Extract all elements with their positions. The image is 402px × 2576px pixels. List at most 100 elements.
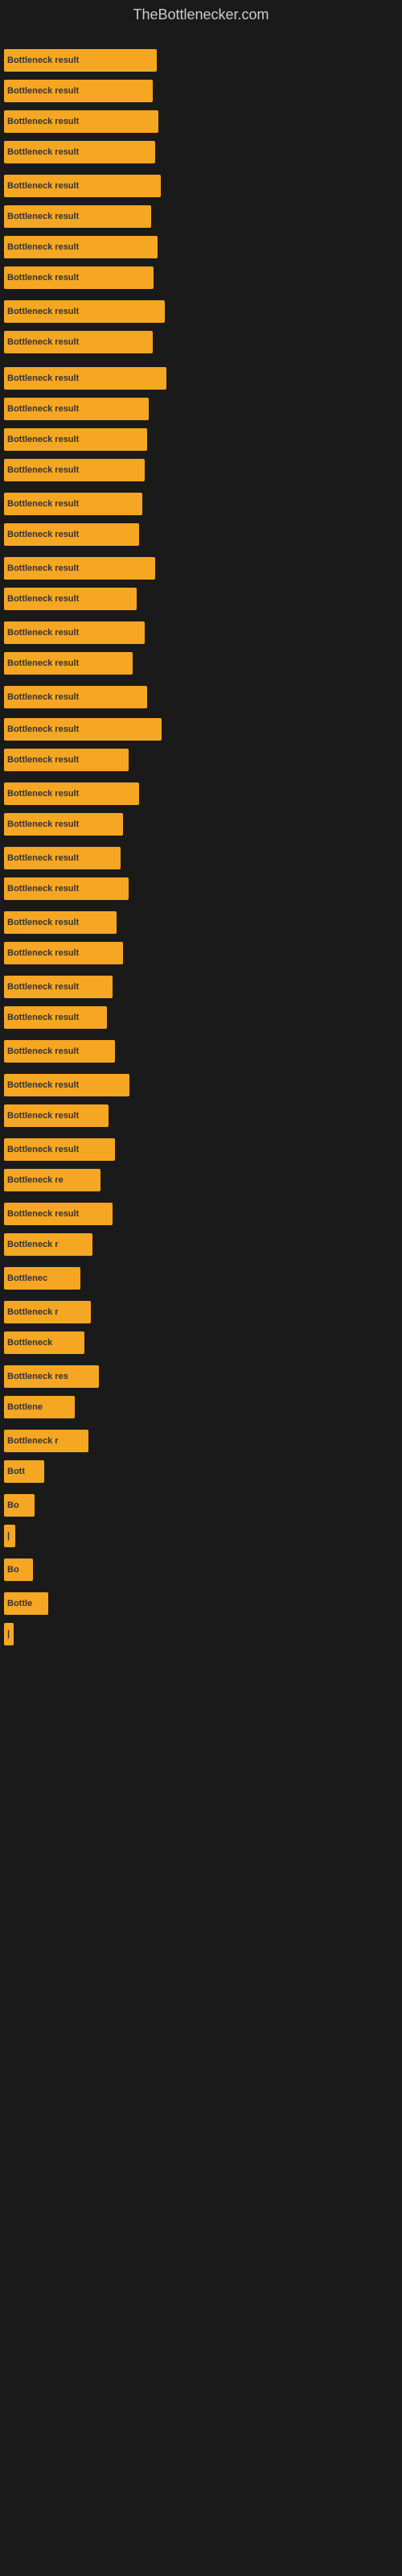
bar-label: Bottleneck result [7,564,79,573]
bar-item: Bottleneck re [4,1169,100,1191]
bar-label: Bottleneck result [7,1209,79,1219]
bar-label: Bottleneck result [7,692,79,702]
bar-label: Bott [7,1467,25,1476]
bar-label: Bottleneck result [7,1013,79,1022]
bar-label: Bottleneck re [7,1175,64,1185]
bar-item: Bott [4,1460,44,1483]
bar-item: Bottleneck result [4,588,137,610]
bar-item: | [4,1623,14,1645]
bar-label: Bottleneck result [7,435,79,444]
bar-item: Bottleneck result [4,141,155,163]
bar-label: Bottleneck r [7,1307,59,1317]
bar-label: Bottleneck result [7,594,79,604]
bar-label: Bottleneck result [7,724,79,734]
bar-item: Bottleneck result [4,175,161,197]
bar-item: Bottleneck res [4,1365,99,1388]
bar-item: Bottleneck [4,1331,84,1354]
bar-label: Bottleneck result [7,117,79,126]
bar-item: | [4,1525,15,1547]
bar-label: Bottleneck result [7,884,79,894]
bar-item: Bottlenec [4,1267,80,1290]
bar-label: Bottleneck result [7,755,79,765]
bar-label: Bottleneck result [7,530,79,539]
bar-item: Bottleneck result [4,621,145,644]
bar-item: Bottleneck r [4,1233,92,1256]
bar-item: Bottleneck result [4,236,158,258]
bar-item: Bottleneck result [4,749,129,771]
bar-item: Bottleneck result [4,1138,115,1161]
bar-label: | [7,1531,10,1541]
bar-label: Bottleneck result [7,212,79,221]
bar-item: Bottleneck result [4,398,149,420]
bar-item: Bottleneck result [4,557,155,580]
bar-label: Bottlenec [7,1274,47,1283]
bar-label: Bottleneck result [7,307,79,316]
bar-item: Bottleneck result [4,205,151,228]
bar-item: Bottleneck result [4,1040,115,1063]
bar-item: Bottleneck result [4,266,154,289]
bar-label: Bo [7,1565,19,1575]
bar-label: Bottleneck result [7,982,79,992]
bar-item: Bottleneck result [4,1006,107,1029]
bar-label: Bottleneck r [7,1240,59,1249]
bar-label: Bottleneck result [7,1080,79,1090]
bar-item: Bottleneck result [4,459,145,481]
bar-label: Bottleneck result [7,465,79,475]
bar-item: Bottleneck result [4,49,157,72]
bar-item: Bottleneck r [4,1301,91,1323]
bar-label: Bottleneck result [7,374,79,383]
bar-item: Bottlene [4,1396,75,1418]
bar-item: Bottleneck result [4,367,166,390]
bar-item: Bottleneck result [4,110,158,133]
bar-label: Bottleneck res [7,1372,68,1381]
bar-item: Bottleneck result [4,1203,113,1225]
bar-label: Bottleneck result [7,242,79,252]
bar-item: Bottleneck r [4,1430,88,1452]
bar-item: Bottle [4,1592,48,1615]
bar-label: | [7,1629,10,1639]
bar-item: Bottleneck result [4,1074,129,1096]
bar-label: Bottleneck result [7,658,79,668]
bar-label: Bottleneck [7,1338,52,1348]
site-title: TheBottlenecker.com [0,0,402,31]
bar-item: Bottleneck result [4,652,133,675]
bar-item: Bottleneck result [4,428,147,451]
chart-area: Bottleneck result Bottleneck result Bottle… [0,31,402,2567]
bar-item: Bottleneck result [4,877,129,900]
bar-item: Bottleneck result [4,718,162,741]
bar-label: Bottleneck result [7,948,79,958]
bar-label: Bottle [7,1599,32,1608]
bar-item: Bottleneck result [4,847,121,869]
bar-label: Bottleneck result [7,628,79,638]
bar-label: Bottleneck result [7,147,79,157]
bar-item: Bottleneck result [4,493,142,515]
bar-label: Bottleneck result [7,86,79,96]
bar-label: Bottleneck r [7,1436,59,1446]
bar-item: Bottleneck result [4,813,123,836]
bar-label: Bottleneck result [7,404,79,414]
bar-label: Bottleneck result [7,337,79,347]
bar-item: Bottleneck result [4,686,147,708]
bar-label: Bottleneck result [7,853,79,863]
bar-item: Bottleneck result [4,976,113,998]
bar-label: Bottleneck result [7,1046,79,1056]
bar-label: Bottleneck result [7,181,79,191]
bar-label: Bottleneck result [7,273,79,283]
bar-item: Bottleneck result [4,911,117,934]
bar-item: Bo [4,1558,33,1581]
bar-label: Bottleneck result [7,56,79,65]
bar-item: Bottleneck result [4,300,165,323]
bar-item: Bottleneck result [4,1104,109,1127]
bar-label: Bottleneck result [7,918,79,927]
bar-item: Bottleneck result [4,523,139,546]
bar-item: Bottleneck result [4,80,153,102]
bar-label: Bottlene [7,1402,43,1412]
bar-label: Bottleneck result [7,819,79,829]
bar-label: Bottleneck result [7,789,79,799]
bar-label: Bottleneck result [7,1145,79,1154]
bar-label: Bottleneck result [7,499,79,509]
bar-item: Bottleneck result [4,782,139,805]
bar-item: Bottleneck result [4,942,123,964]
bar-label: Bottleneck result [7,1111,79,1121]
bar-label: Bo [7,1501,19,1510]
